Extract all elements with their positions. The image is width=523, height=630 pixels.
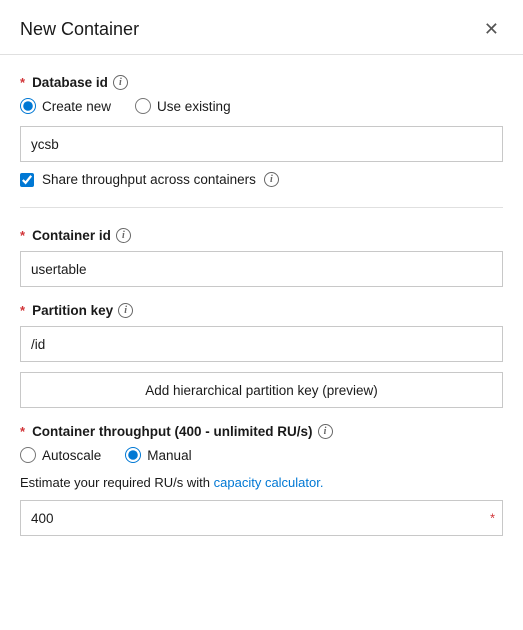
create-new-label: Create new — [42, 99, 111, 114]
manual-radio[interactable] — [125, 447, 141, 463]
throughput-required-star: * — [20, 424, 25, 439]
share-throughput-row: Share throughput across containers i — [20, 172, 503, 187]
database-id-section: * Database id i Create new Use existing … — [20, 75, 503, 187]
partition-key-info-icon[interactable]: i — [118, 303, 133, 318]
capacity-calculator-link[interactable]: capacity calculator. — [214, 475, 324, 490]
dialog-body: * Database id i Create new Use existing … — [0, 55, 523, 556]
estimate-text-row: Estimate your required RU/s with capacit… — [20, 475, 503, 490]
container-id-input[interactable] — [20, 251, 503, 287]
database-id-input[interactable] — [20, 126, 503, 162]
partition-key-input[interactable] — [20, 326, 503, 362]
database-id-label-text: Database id — [32, 75, 108, 90]
database-id-info-icon[interactable]: i — [113, 75, 128, 90]
partition-key-required-star: * — [20, 303, 25, 318]
throughput-section: * Container throughput (400 - unlimited … — [20, 424, 503, 536]
use-existing-label: Use existing — [157, 99, 231, 114]
share-throughput-checkbox[interactable] — [20, 173, 34, 187]
partition-key-label: * Partition key i — [20, 303, 503, 318]
autoscale-label: Autoscale — [42, 448, 101, 463]
manual-label: Manual — [147, 448, 191, 463]
close-button[interactable]: ✕ — [480, 18, 503, 40]
autoscale-radio[interactable] — [20, 447, 36, 463]
database-id-radio-group: Create new Use existing — [20, 98, 503, 114]
partition-key-label-text: Partition key — [32, 303, 113, 318]
throughput-label: * Container throughput (400 - unlimited … — [20, 424, 503, 439]
database-id-label: * Database id i — [20, 75, 503, 90]
estimate-text-label: Estimate your required RU/s with — [20, 475, 210, 490]
dialog-header: New Container ✕ — [0, 0, 523, 55]
partition-key-section: * Partition key i Add hierarchical parti… — [20, 303, 503, 408]
throughput-radio-group: Autoscale Manual — [20, 447, 503, 463]
use-existing-option[interactable]: Use existing — [135, 98, 231, 114]
add-hierarchical-partition-button[interactable]: Add hierarchical partition key (preview) — [20, 372, 503, 408]
share-throughput-info-icon[interactable]: i — [264, 172, 279, 187]
new-container-dialog: New Container ✕ * Database id i Create n… — [0, 0, 523, 630]
section-divider — [20, 207, 503, 208]
create-new-radio[interactable] — [20, 98, 36, 114]
share-throughput-label: Share throughput across containers — [42, 172, 256, 187]
create-new-option[interactable]: Create new — [20, 98, 111, 114]
container-id-required-star: * — [20, 228, 25, 243]
use-existing-radio[interactable] — [135, 98, 151, 114]
dialog-title: New Container — [20, 19, 139, 40]
container-id-label-text: Container id — [32, 228, 111, 243]
throughput-input[interactable] — [20, 500, 503, 536]
container-id-section: * Container id i — [20, 228, 503, 287]
throughput-input-required-star: * — [490, 511, 495, 526]
throughput-input-wrapper: * — [20, 500, 503, 536]
database-id-required-star: * — [20, 75, 25, 90]
container-id-info-icon[interactable]: i — [116, 228, 131, 243]
throughput-label-text: Container throughput (400 - unlimited RU… — [32, 424, 313, 439]
container-id-label: * Container id i — [20, 228, 503, 243]
manual-option[interactable]: Manual — [125, 447, 191, 463]
autoscale-option[interactable]: Autoscale — [20, 447, 101, 463]
throughput-info-icon[interactable]: i — [318, 424, 333, 439]
